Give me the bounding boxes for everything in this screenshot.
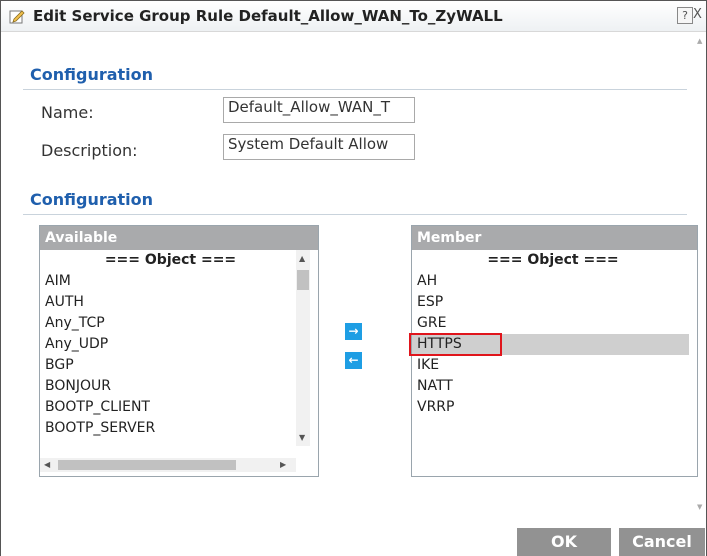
list-item[interactable]: BONJOUR	[40, 376, 296, 397]
list-item[interactable]: GRE	[412, 313, 689, 334]
description-field[interactable]: System Default Allow	[223, 134, 415, 160]
dialog-titlebar: Edit Service Group Rule Default_Allow_WA…	[1, 1, 706, 32]
dialog-footer: OK Cancel	[1, 526, 706, 556]
help-icon[interactable]: ?	[677, 7, 693, 24]
description-label: Description:	[41, 141, 138, 160]
list-group-header: === Object ===	[104, 252, 237, 268]
list-item[interactable]: BOOTP_CLIENT	[40, 397, 296, 418]
list-item[interactable]: AIM	[40, 271, 296, 292]
list-item[interactable]: NATT	[412, 376, 689, 397]
section-divider	[23, 89, 687, 90]
scroll-thumb[interactable]	[58, 460, 236, 470]
section-title-configuration: Configuration	[30, 190, 154, 209]
member-list-header: Member	[412, 226, 697, 250]
scroll-right-icon[interactable]: ▶	[280, 460, 286, 469]
available-vertical-scrollbar[interactable]: ▲ ▼	[296, 250, 310, 446]
dialog-title: Edit Service Group Rule Default_Allow_WA…	[33, 7, 503, 25]
scroll-down-icon[interactable]: ▼	[697, 503, 702, 511]
scroll-up-icon[interactable]: ▲	[299, 254, 305, 263]
available-list-header: Available	[40, 226, 318, 250]
list-group-header: === Object ===	[487, 252, 619, 268]
list-item[interactable]: Any_UDP	[40, 334, 296, 355]
list-item[interactable]: AH	[412, 271, 689, 292]
scroll-thumb[interactable]	[297, 270, 309, 290]
list-item[interactable]: BOOTP_SERVER	[40, 418, 296, 439]
name-field[interactable]: Default_Allow_WAN_T	[223, 97, 415, 123]
list-item[interactable]: IKE	[412, 355, 689, 376]
arrow-right-icon: →	[348, 324, 359, 338]
scroll-left-icon[interactable]: ◀	[44, 460, 50, 469]
list-item[interactable]: VRRP	[412, 397, 689, 418]
member-list[interactable]: Member === Object === AH ESP GRE HTTPS I…	[409, 225, 698, 477]
name-label: Name:	[41, 103, 94, 122]
add-to-member-button[interactable]: →	[345, 323, 362, 340]
scroll-up-icon[interactable]: ▲	[697, 37, 702, 45]
scroll-down-icon[interactable]: ▼	[299, 433, 305, 442]
available-horizontal-scrollbar[interactable]: ◀ ▶	[40, 458, 296, 472]
remove-from-member-button[interactable]: ←	[345, 352, 362, 369]
highlight-annotation	[409, 333, 502, 356]
cancel-button[interactable]: Cancel	[619, 528, 705, 556]
list-item[interactable]: AUTH	[40, 292, 296, 313]
list-item[interactable]: BGP	[40, 355, 296, 376]
available-list[interactable]: Available === Object === AIM AUTH Any_TC…	[39, 225, 319, 477]
close-icon[interactable]: X	[693, 7, 706, 22]
list-item[interactable]: ESP	[412, 292, 689, 313]
list-item-selected[interactable]: HTTPS	[409, 333, 689, 356]
ok-button[interactable]: OK	[517, 528, 611, 556]
arrow-left-icon: ←	[348, 353, 359, 367]
edit-service-group-dialog: Edit Service Group Rule Default_Allow_WA…	[0, 0, 707, 556]
section-divider	[23, 214, 687, 215]
list-item[interactable]: Any_TCP	[40, 313, 296, 334]
section-title-configuration: Configuration	[30, 65, 154, 84]
edit-icon	[9, 10, 25, 24]
